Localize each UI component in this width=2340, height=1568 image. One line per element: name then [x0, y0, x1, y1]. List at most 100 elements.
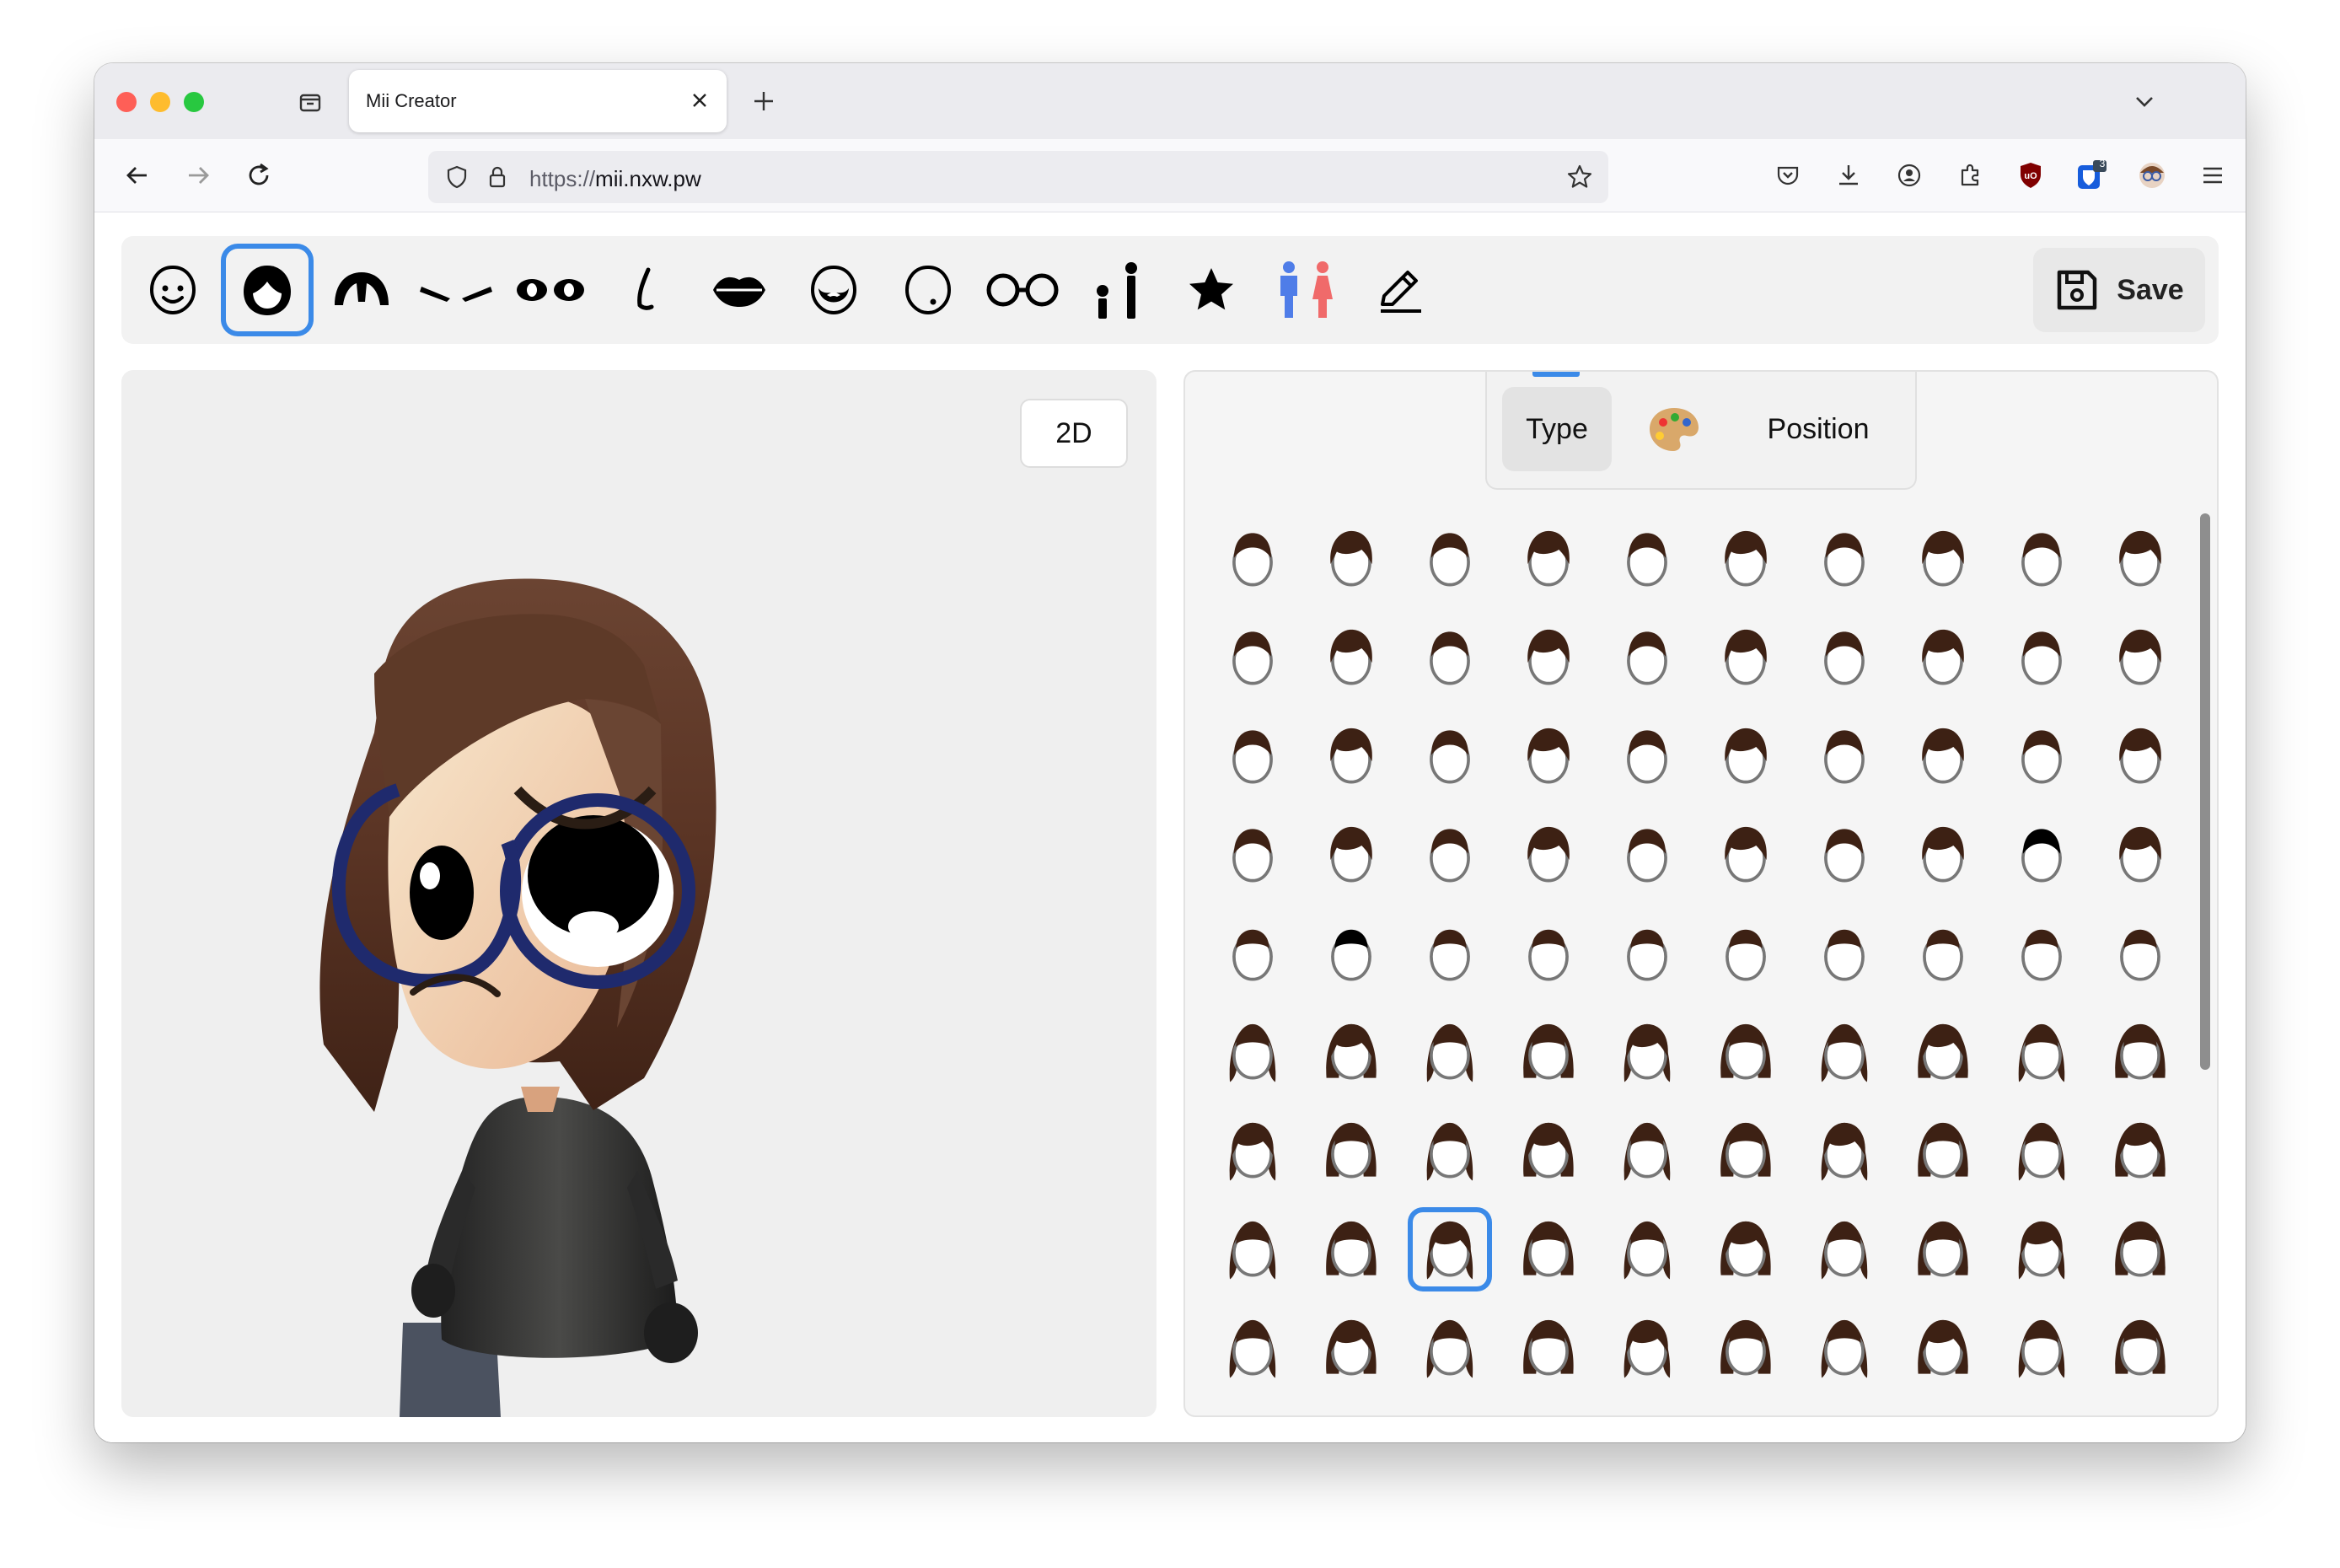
back-arrow-icon[interactable]: [118, 156, 157, 195]
mii-preview-canvas[interactable]: 2D: [121, 370, 1157, 1417]
hair-option[interactable]: [1309, 1207, 1393, 1291]
hair-option[interactable]: [1704, 517, 1788, 601]
eyebrow-hair-tool-button[interactable]: [315, 244, 408, 336]
hair-option[interactable]: [1210, 911, 1295, 996]
url-bar[interactable]: https://mii.nxw.pw: [428, 151, 1608, 203]
hair-option[interactable]: [2098, 1010, 2182, 1094]
hair-option[interactable]: [1704, 1010, 1788, 1094]
bitwarden-icon[interactable]: 3: [2072, 156, 2111, 195]
hair-option[interactable]: [1802, 1109, 1886, 1193]
hair-option[interactable]: [1605, 714, 1689, 798]
hair-option[interactable]: [1802, 1010, 1886, 1094]
tab-type[interactable]: Type: [1502, 387, 1612, 471]
ublock-origin-icon[interactable]: uO: [2011, 156, 2050, 195]
hair-option[interactable]: [1408, 1109, 1492, 1193]
hair-option[interactable]: [1309, 813, 1393, 897]
beard-tool-button[interactable]: [787, 244, 880, 336]
height-tool-button[interactable]: [1071, 244, 1163, 336]
hair-option[interactable]: [1506, 911, 1591, 996]
hair-option[interactable]: [1704, 1109, 1788, 1193]
hair-option[interactable]: [1408, 911, 1492, 996]
minimize-window-button[interactable]: [150, 92, 170, 112]
hair-option[interactable]: [1210, 615, 1295, 700]
hair-option[interactable]: [1901, 911, 1985, 996]
hair-option[interactable]: [1408, 1207, 1492, 1291]
hair-option[interactable]: [2098, 517, 2182, 601]
profile-avatar-icon[interactable]: [2133, 156, 2171, 195]
hair-option[interactable]: [1210, 813, 1295, 897]
hair-option[interactable]: [1999, 1207, 2084, 1291]
download-icon[interactable]: [1829, 156, 1868, 195]
hair-option[interactable]: [1605, 1207, 1689, 1291]
hair-option[interactable]: [1999, 615, 2084, 700]
hair-option[interactable]: [1408, 1010, 1492, 1094]
hair-option[interactable]: [1999, 813, 2084, 897]
scrollbar[interactable]: [2200, 513, 2210, 1070]
close-window-button[interactable]: [116, 92, 137, 112]
tab-groups-icon[interactable]: [293, 85, 327, 119]
hair-option[interactable]: [1901, 517, 1985, 601]
hair-option[interactable]: [2098, 615, 2182, 700]
hair-option[interactable]: [1901, 714, 1985, 798]
hair-option[interactable]: [1309, 1306, 1393, 1390]
hair-option[interactable]: [1802, 813, 1886, 897]
hair-option[interactable]: [1506, 1306, 1591, 1390]
hair-tool-button[interactable]: [221, 244, 314, 336]
hamburger-menu-icon[interactable]: [2193, 156, 2232, 195]
face-tool-button[interactable]: [126, 244, 219, 336]
hair-option[interactable]: [1210, 1207, 1295, 1291]
hair-option[interactable]: [1704, 1207, 1788, 1291]
hair-option[interactable]: [1408, 615, 1492, 700]
hair-option[interactable]: [1309, 714, 1393, 798]
hair-option[interactable]: [1309, 911, 1393, 996]
reload-icon[interactable]: [239, 156, 278, 195]
hair-option[interactable]: [1704, 911, 1788, 996]
gender-tool-button[interactable]: [1259, 244, 1352, 336]
hair-option[interactable]: [1605, 517, 1689, 601]
eyebrows-tool-button[interactable]: [410, 244, 502, 336]
hair-option[interactable]: [1210, 1109, 1295, 1193]
tab-mii-creator[interactable]: Mii Creator: [349, 70, 727, 132]
hair-option[interactable]: [1506, 813, 1591, 897]
hair-option[interactable]: [1704, 1306, 1788, 1390]
hair-option[interactable]: [1506, 517, 1591, 601]
hair-option[interactable]: [1605, 1109, 1689, 1193]
hair-option[interactable]: [1506, 615, 1591, 700]
hair-option[interactable]: [1901, 1010, 1985, 1094]
hair-option[interactable]: [1408, 1306, 1492, 1390]
hair-option[interactable]: [1802, 1207, 1886, 1291]
hair-option[interactable]: [1802, 1306, 1886, 1390]
hair-option[interactable]: [1506, 1010, 1591, 1094]
save-button[interactable]: Save: [2033, 248, 2205, 332]
hair-option[interactable]: [1210, 517, 1295, 601]
hair-option[interactable]: [1999, 714, 2084, 798]
hair-option[interactable]: [1999, 1306, 2084, 1390]
mouth-tool-button[interactable]: [693, 244, 786, 336]
hair-option[interactable]: [1999, 1010, 2084, 1094]
hair-option[interactable]: [1210, 1306, 1295, 1390]
chevron-down-icon[interactable]: [2128, 84, 2161, 118]
hair-option[interactable]: [1704, 714, 1788, 798]
hair-option[interactable]: [1901, 813, 1985, 897]
hair-option[interactable]: [1309, 615, 1393, 700]
hair-option[interactable]: [1506, 714, 1591, 798]
hair-option[interactable]: [1901, 615, 1985, 700]
account-icon[interactable]: [1890, 156, 1929, 195]
hair-option[interactable]: [2098, 714, 2182, 798]
hair-option[interactable]: [1605, 1306, 1689, 1390]
hair-option[interactable]: [2098, 1306, 2182, 1390]
new-tab-icon[interactable]: [747, 84, 781, 118]
mole-tool-button[interactable]: [882, 244, 974, 336]
hair-option[interactable]: [1999, 1109, 2084, 1193]
hair-option[interactable]: [1309, 1109, 1393, 1193]
hair-option[interactable]: [1802, 714, 1886, 798]
hair-option[interactable]: [2098, 911, 2182, 996]
hair-option[interactable]: [1901, 1207, 1985, 1291]
favorite-tool-button[interactable]: [1165, 244, 1258, 336]
hair-option[interactable]: [1605, 911, 1689, 996]
forward-arrow-icon[interactable]: [179, 156, 217, 195]
edit-tool-button[interactable]: [1354, 244, 1446, 336]
nose-tool-button[interactable]: [598, 244, 691, 336]
hair-option[interactable]: [1605, 1010, 1689, 1094]
bookmark-star-icon[interactable]: [1563, 160, 1597, 194]
